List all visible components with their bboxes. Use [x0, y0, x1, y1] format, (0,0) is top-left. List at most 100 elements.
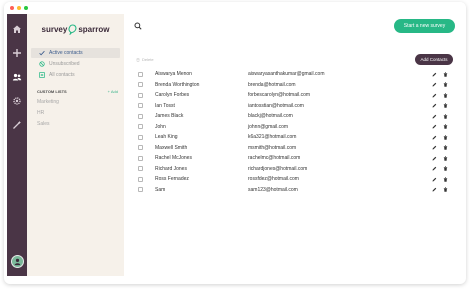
trash-icon[interactable] — [443, 177, 448, 182]
contact-name: James Black — [155, 113, 184, 120]
row-checkbox[interactable] — [138, 103, 143, 109]
row-checkbox[interactable] — [138, 187, 143, 193]
row-checkbox[interactable] — [138, 134, 143, 140]
contact-name: Sam — [155, 186, 166, 193]
trash-icon[interactable] — [443, 187, 448, 192]
table-row: Sam sam123@hotmail.com — [124, 185, 457, 196]
trash-icon[interactable] — [443, 114, 448, 119]
contact-name: Carolyn Forbes — [155, 92, 190, 99]
trash-icon[interactable] — [443, 166, 448, 171]
contact-email: rossfdez@hotmail.com — [248, 176, 299, 183]
add-list-button[interactable]: + Add — [108, 89, 118, 94]
trash-icon[interactable] — [443, 103, 448, 108]
row-checkbox[interactable] — [138, 92, 143, 98]
trash-icon[interactable] — [443, 93, 448, 98]
contacts-table: Aiswarya Menon aiswaryasanthakumar@gmail… — [124, 69, 457, 195]
contacts-nav: Active contacts Unsubscribed All contact… — [27, 48, 124, 80]
nav-label: Active contacts — [49, 50, 83, 56]
block-icon — [39, 61, 45, 67]
plus-icon[interactable] — [10, 46, 24, 60]
contact-email: johnn@gmail.com — [248, 123, 289, 130]
maximize-dot[interactable] — [24, 6, 28, 10]
contact-email: brenda@hotmail.com — [248, 81, 296, 88]
search-icon[interactable] — [134, 22, 142, 30]
nav-label: Unsubscribed — [49, 61, 80, 67]
contact-name: Brenda Worthington — [155, 81, 200, 88]
pencil-icon[interactable] — [432, 93, 437, 98]
trash-icon[interactable] — [443, 156, 448, 161]
trash-icon[interactable] — [443, 124, 448, 129]
trash-icon[interactable] — [443, 135, 448, 140]
table-row: Ross Fernadez rossfdez@hotmail.com — [124, 174, 457, 185]
logo-text-right: sparrow — [78, 24, 110, 34]
add-contacts-button[interactable]: Add Contacts — [415, 54, 453, 65]
custom-lists-label: CUSTOM LISTS — [37, 89, 67, 94]
contact-name: John — [155, 123, 166, 130]
pencil-icon[interactable] — [432, 145, 437, 150]
delete-action[interactable]: Delete — [136, 57, 154, 62]
contact-name: Leah King — [155, 134, 178, 141]
contact-name: Ian Tosst — [155, 102, 175, 109]
minimize-dot[interactable] — [17, 6, 21, 10]
table-row: Rachel McJones rachelmc@hotmail.com — [124, 153, 457, 164]
row-checkbox[interactable] — [138, 71, 143, 77]
table-row: Brenda Worthington brenda@hotmail.com — [124, 80, 457, 91]
pencil-icon[interactable] — [432, 103, 437, 108]
contact-name: Rachel McJones — [155, 155, 192, 162]
pencil-icon[interactable] — [432, 166, 437, 171]
list-item-marketing[interactable]: Marketing — [27, 96, 124, 107]
pencil-icon[interactable] — [432, 156, 437, 161]
surveysparrow-logo: survey sparrow — [27, 20, 124, 38]
pencil-icon[interactable] — [432, 177, 437, 182]
user-avatar[interactable] — [10, 255, 24, 268]
pencil-icon[interactable] — [432, 72, 437, 77]
row-checkbox[interactable] — [138, 145, 143, 151]
row-checkbox[interactable] — [138, 124, 143, 130]
contacts-icon[interactable] — [10, 70, 24, 84]
table-row: Carolyn Forbes forbescarolyn@hotmail.com — [124, 90, 457, 101]
check-icon — [39, 50, 45, 56]
nav-active-contacts[interactable]: Active contacts — [31, 48, 120, 58]
contact-name: Richard Jones — [155, 165, 187, 172]
contact-email: k6a321@hotmail.com — [248, 134, 297, 141]
row-checkbox[interactable] — [138, 166, 143, 172]
close-dot[interactable] — [10, 6, 14, 10]
trash-icon[interactable] — [443, 145, 448, 150]
table-row: Leah King k6a321@hotmail.com — [124, 132, 457, 143]
table-row: Richard Jones richardjones@hotmail.com — [124, 164, 457, 175]
pencil-icon[interactable] — [432, 187, 437, 192]
contact-email: sam123@hotmail.com — [248, 186, 298, 193]
nav-unsubscribed[interactable]: Unsubscribed — [31, 59, 120, 69]
app-shell: survey sparrow Active contacts Unsubscri… — [7, 14, 457, 276]
pencil-icon[interactable] — [432, 82, 437, 87]
contact-email: iantosstian@hotmail.com — [248, 102, 304, 109]
list-item-hr[interactable]: HR — [27, 107, 124, 118]
pencil-icon[interactable] — [432, 114, 437, 119]
main-content: Start a new survey Delete Add Contacts A… — [124, 14, 457, 276]
start-new-survey-button[interactable]: Start a new survey — [394, 19, 455, 33]
sidebar: survey sparrow Active contacts Unsubscri… — [27, 14, 124, 276]
contact-email: richardjones@hotmail.com — [248, 165, 308, 172]
nav-all-contacts[interactable]: All contacts — [31, 70, 120, 80]
wand-icon[interactable] — [10, 118, 24, 132]
sparrow-logo-icon — [68, 23, 77, 35]
icon-rail — [7, 14, 27, 276]
contact-email: aiswaryasanthakumar@gmail.com — [248, 71, 325, 78]
trash-icon[interactable] — [443, 82, 448, 87]
nav-label: All contacts — [49, 72, 75, 78]
list-item-sales[interactable]: Sales — [27, 118, 124, 129]
row-checkbox[interactable] — [138, 176, 143, 182]
contact-email: blackj@hotmail.com — [248, 113, 293, 120]
contact-email: rachelmc@hotmail.com — [248, 155, 301, 162]
pencil-icon[interactable] — [432, 124, 437, 129]
row-checkbox[interactable] — [138, 113, 143, 119]
row-checkbox[interactable] — [138, 155, 143, 161]
row-checkbox[interactable] — [138, 82, 143, 88]
table-row: James Black blackj@hotmail.com — [124, 111, 457, 122]
settings-icon[interactable] — [10, 94, 24, 108]
pencil-icon[interactable] — [432, 135, 437, 140]
home-icon[interactable] — [10, 22, 24, 36]
trash-icon[interactable] — [443, 72, 448, 77]
logo-text-left: survey — [41, 24, 68, 34]
contact-name: Maxwell Smith — [155, 144, 188, 151]
